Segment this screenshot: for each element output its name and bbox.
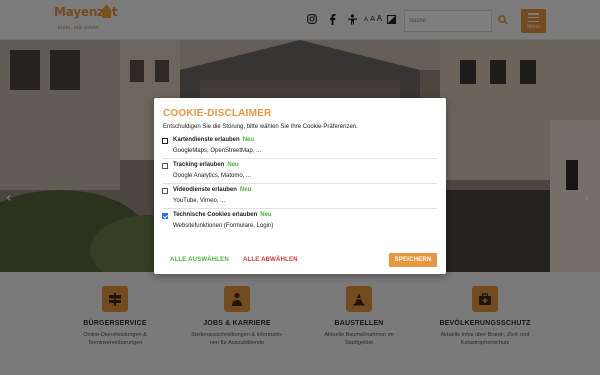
option-label-text: Tracking erlauben xyxy=(173,162,225,168)
option-description: Websitefunktionen (Formulare, Login) xyxy=(173,223,274,229)
cookie-option-technical[interactable]: Technische Cookies erlauben Neu Websitefu… xyxy=(162,212,437,233)
cookie-option-tracking[interactable]: Tracking erlauben Neu Google Analytics, M… xyxy=(162,162,437,184)
deselect-all-button[interactable]: ALLE ABWÄHLEN xyxy=(243,257,298,263)
new-badge: Neu xyxy=(227,162,239,168)
option-label: Kartendienste erlauben Neu xyxy=(173,137,254,143)
new-badge: Neu xyxy=(239,187,252,193)
cookie-option-maps[interactable]: Kartendienste erlauben Neu GoogleMaps, Op… xyxy=(162,137,437,159)
option-label: Videodienste erlauben Neu xyxy=(173,187,251,193)
checkbox-maps[interactable] xyxy=(162,138,168,144)
option-description: Google Analytics, Matomo, ... xyxy=(173,173,252,179)
cookie-option-video[interactable]: Videodienste erlauben Neu YouTube, Vimeo,… xyxy=(162,187,437,209)
option-label: Tracking erlauben Neu xyxy=(173,162,239,168)
option-label-text: Technische Cookies erlauben xyxy=(173,212,258,218)
option-description: GoogleMaps, OpenStreetMap, ... xyxy=(173,148,262,154)
new-badge: Neu xyxy=(242,137,255,143)
cookie-intro: Entschuldigen Sie die Störung, bitte wäh… xyxy=(163,124,358,130)
save-button[interactable]: SPEICHERN xyxy=(389,253,437,267)
option-label-text: Kartendienste erlauben xyxy=(173,137,240,143)
option-label: Technische Cookies erlauben Neu xyxy=(173,212,272,218)
cookie-title: COOKIE-DISCLAIMER xyxy=(163,108,272,119)
cookie-disclaimer-dialog: COOKIE-DISCLAIMER Entschuldigen Sie die … xyxy=(154,98,446,274)
select-all-button[interactable]: ALLE AUSWÄHLEN xyxy=(170,257,229,263)
option-description: YouTube, Vimeo, ... xyxy=(173,198,226,204)
option-label-text: Videodienste erlauben xyxy=(173,187,237,193)
checkbox-tracking[interactable] xyxy=(162,163,168,169)
checkbox-video[interactable] xyxy=(162,188,168,194)
new-badge: Neu xyxy=(260,212,272,218)
checkbox-technical[interactable] xyxy=(162,213,168,219)
